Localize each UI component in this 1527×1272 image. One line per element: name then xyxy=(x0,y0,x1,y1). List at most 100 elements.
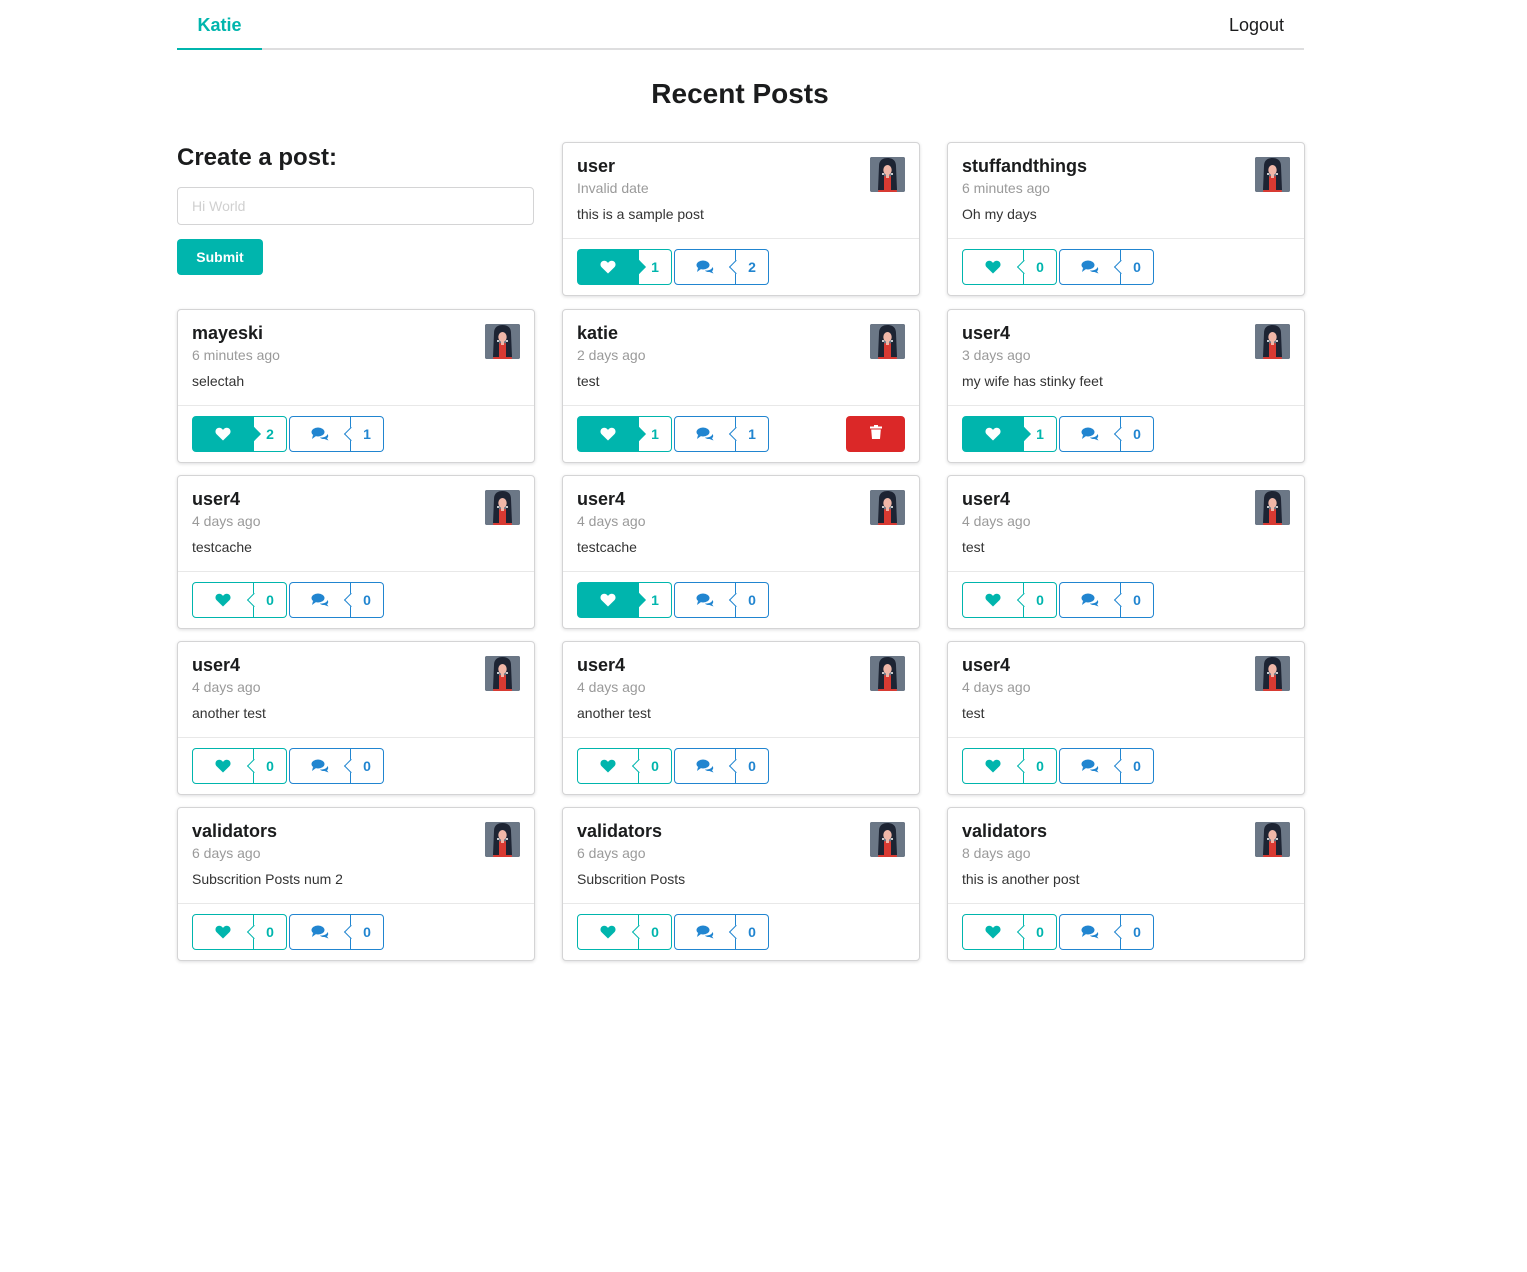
post-card: user4 4 days ago another test 0 0 xyxy=(177,641,535,795)
post-author[interactable]: stuffandthings xyxy=(962,156,1087,177)
menu-item-user[interactable]: Katie xyxy=(177,0,262,50)
comment-button[interactable]: 1 xyxy=(674,416,769,452)
avatar xyxy=(485,822,520,857)
like-button[interactable]: 2 xyxy=(192,416,287,452)
post-author[interactable]: user4 xyxy=(192,489,240,510)
comment-button[interactable]: 0 xyxy=(1059,416,1154,452)
post-author[interactable]: user xyxy=(577,156,615,177)
comments-icon[interactable] xyxy=(289,582,351,618)
comment-button[interactable]: 0 xyxy=(674,582,769,618)
post-card: validators 8 days ago this is another post… xyxy=(947,807,1305,961)
post-author[interactable]: katie xyxy=(577,323,618,344)
comment-button[interactable]: 0 xyxy=(289,914,384,950)
logout-link[interactable]: Logout xyxy=(1229,0,1284,50)
heart-icon[interactable] xyxy=(577,249,639,285)
post-author[interactable]: user4 xyxy=(962,323,1010,344)
post-author[interactable]: user4 xyxy=(962,655,1010,676)
like-button[interactable]: 1 xyxy=(577,582,672,618)
post-card: katie 2 days ago test 1 1 xyxy=(562,309,920,463)
comments-icon[interactable] xyxy=(289,914,351,950)
comment-button[interactable]: 0 xyxy=(1059,914,1154,950)
like-button[interactable]: 0 xyxy=(577,914,672,950)
comments-icon[interactable] xyxy=(674,914,736,950)
post-author[interactable]: validators xyxy=(962,821,1047,842)
post-card: validators 6 days ago Subscrition Posts nu… xyxy=(177,807,535,961)
like-button[interactable]: 1 xyxy=(962,416,1057,452)
like-button[interactable]: 1 xyxy=(577,416,672,452)
heart-icon[interactable] xyxy=(962,748,1024,784)
comment-button[interactable]: 0 xyxy=(1059,582,1154,618)
comments-icon[interactable] xyxy=(1059,914,1121,950)
post-input[interactable] xyxy=(177,187,534,225)
post-body: my wife has stinky feet xyxy=(962,373,1103,389)
comments-icon[interactable] xyxy=(674,249,736,285)
heart-icon[interactable] xyxy=(577,416,639,452)
submit-button[interactable]: Submit xyxy=(177,239,263,275)
heart-icon[interactable] xyxy=(962,582,1024,618)
like-button[interactable]: 0 xyxy=(962,582,1057,618)
comments-icon[interactable] xyxy=(289,416,351,452)
post-time: 4 days ago xyxy=(192,513,261,529)
comments-icon[interactable] xyxy=(1059,416,1121,452)
post-author[interactable]: user4 xyxy=(192,655,240,676)
heart-icon[interactable] xyxy=(577,748,639,784)
like-button[interactable]: 0 xyxy=(962,249,1057,285)
like-count: 0 xyxy=(254,914,287,950)
post-card: validators 6 days ago Subscrition Posts 0 0 xyxy=(562,807,920,961)
like-button[interactable]: 0 xyxy=(962,748,1057,784)
comment-count: 0 xyxy=(1121,249,1154,285)
like-count: 0 xyxy=(254,582,287,618)
like-button[interactable]: 0 xyxy=(192,582,287,618)
post-time: 8 days ago xyxy=(962,845,1031,861)
like-button[interactable]: 0 xyxy=(192,914,287,950)
heart-icon[interactable] xyxy=(192,914,254,950)
post-author[interactable]: mayeski xyxy=(192,323,263,344)
like-button[interactable]: 0 xyxy=(192,748,287,784)
comment-button[interactable]: 2 xyxy=(674,249,769,285)
comment-button[interactable]: 0 xyxy=(289,748,384,784)
comments-icon[interactable] xyxy=(674,748,736,784)
delete-button[interactable] xyxy=(846,416,905,452)
post-author[interactable]: user4 xyxy=(577,489,625,510)
heart-icon[interactable] xyxy=(192,748,254,784)
card-divider xyxy=(563,737,919,738)
like-button[interactable]: 0 xyxy=(962,914,1057,950)
heart-icon[interactable] xyxy=(962,914,1024,950)
comment-button[interactable]: 0 xyxy=(674,914,769,950)
post-author[interactable]: validators xyxy=(577,821,662,842)
post-time: Invalid date xyxy=(577,180,649,196)
comments-icon[interactable] xyxy=(1059,249,1121,285)
heart-icon[interactable] xyxy=(962,249,1024,285)
like-button[interactable]: 1 xyxy=(577,249,672,285)
avatar xyxy=(870,490,905,525)
comment-button[interactable]: 0 xyxy=(1059,748,1154,784)
post-card: user4 4 days ago testcache 0 0 xyxy=(177,475,535,629)
post-body: another test xyxy=(192,705,266,721)
comment-button[interactable]: 0 xyxy=(674,748,769,784)
like-button[interactable]: 0 xyxy=(577,748,672,784)
comments-icon[interactable] xyxy=(1059,748,1121,784)
post-author[interactable]: user4 xyxy=(577,655,625,676)
card-divider xyxy=(948,737,1304,738)
comment-button[interactable]: 0 xyxy=(289,582,384,618)
comment-button[interactable]: 0 xyxy=(1059,249,1154,285)
like-count: 0 xyxy=(254,748,287,784)
post-author[interactable]: validators xyxy=(192,821,277,842)
post-time: 6 days ago xyxy=(192,845,261,861)
post-body: selectah xyxy=(192,373,245,389)
heart-icon[interactable] xyxy=(962,416,1024,452)
comments-icon[interactable] xyxy=(1059,582,1121,618)
post-time: 6 minutes ago xyxy=(962,180,1050,196)
comment-button[interactable]: 1 xyxy=(289,416,384,452)
comments-icon[interactable] xyxy=(674,416,736,452)
heart-icon[interactable] xyxy=(577,582,639,618)
post-author[interactable]: user4 xyxy=(962,489,1010,510)
comments-icon[interactable] xyxy=(289,748,351,784)
page-title: Recent Posts xyxy=(651,78,829,109)
comments-icon[interactable] xyxy=(674,582,736,618)
heart-icon[interactable] xyxy=(192,416,254,452)
top-menu: Katie Logout xyxy=(177,0,1304,50)
heart-icon[interactable] xyxy=(192,582,254,618)
heart-icon[interactable] xyxy=(577,914,639,950)
comment-count: 0 xyxy=(1121,416,1154,452)
